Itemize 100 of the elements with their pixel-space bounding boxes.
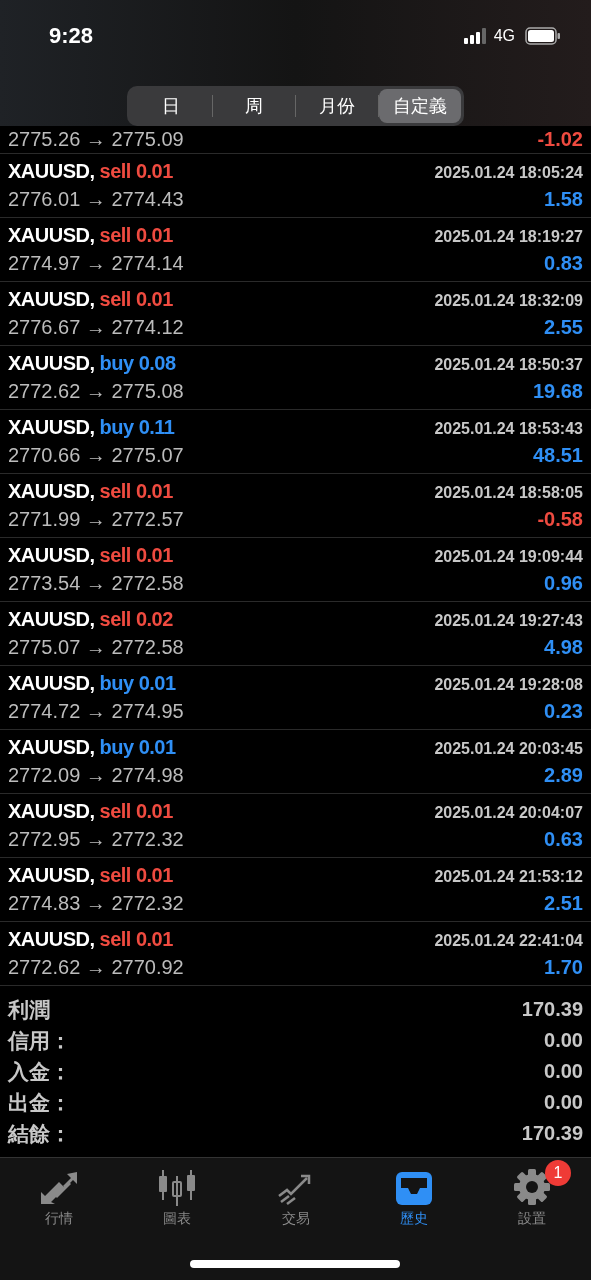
summary-label: 利潤 — [8, 996, 50, 1024]
summary-value: 0.00 — [544, 1091, 583, 1114]
deal-row[interactable]: XAUUSD, sell 0.01 2025.01.24 19:09:44 2773.54 → 2772.58 0.96 — [0, 538, 591, 602]
deal-symbol: XAUUSD, — [8, 352, 95, 375]
price-range: 2775.26 → 2775.09 — [8, 128, 184, 151]
profit-value: -0.58 — [537, 508, 583, 531]
deal-time: 2025.01.24 18:53:43 — [434, 420, 583, 438]
price-range: 2775.07 → 2772.58 — [8, 636, 184, 659]
deal-time: 2025.01.24 19:28:08 — [434, 676, 583, 694]
price-range: 2772.62 → 2770.92 — [8, 956, 184, 979]
deal-type: buy 0.01 — [99, 736, 176, 759]
profit-value: 2.89 — [544, 764, 583, 787]
summary-value: 170.39 — [521, 1122, 583, 1145]
deal-time: 2025.01.24 18:50:37 — [434, 356, 583, 374]
deal-row[interactable]: XAUUSD, buy 0.01 2025.01.24 20:03:45 2772.09 → 2774.98 2.89 — [0, 730, 591, 794]
deal-row[interactable]: XAUUSD, buy 0.01 2025.01.24 19:28:08 2774.72 → 2774.95 0.23 — [0, 666, 591, 730]
deal-time: 2025.01.24 19:09:44 — [434, 548, 583, 566]
period-tab[interactable]: 月份 — [296, 89, 378, 123]
summary-value: 170.39 — [521, 998, 583, 1021]
deal-time: 2025.01.24 18:58:05 — [434, 484, 583, 502]
deal-row[interactable]: XAUUSD, sell 0.01 2025.01.24 18:58:05 2771.99 → 2772.57 -0.58 — [0, 474, 591, 538]
price-range: 2774.83 → 2772.32 — [8, 892, 184, 915]
nav-tab[interactable]: 行情 — [0, 1158, 119, 1238]
settings-icon — [512, 1168, 551, 1206]
notification-badge: 1 — [544, 1160, 571, 1186]
deal-type: sell 0.01 — [99, 288, 173, 311]
deal-type: sell 0.01 — [99, 224, 173, 247]
profit-value: -1.02 — [537, 128, 583, 151]
deal-time: 2025.01.24 20:03:45 — [434, 740, 583, 758]
deal-symbol: XAUUSD, — [8, 672, 95, 695]
deal-symbol: XAUUSD, — [8, 416, 95, 439]
deal-time: 2025.01.24 22:41:04 — [434, 932, 583, 950]
deal-row[interactable]: XAUUSD, sell 0.01 2025.01.24 20:04:07 2772.95 → 2772.32 0.63 — [0, 794, 591, 858]
price-range: 2776.01 → 2774.43 — [8, 188, 184, 211]
price-range: 2770.66 → 2775.07 — [8, 444, 184, 467]
summary-value: 0.00 — [544, 1060, 583, 1083]
deal-row[interactable]: XAUUSD, sell 0.01 2025.01.24 18:19:27 2774.97 → 2774.14 0.83 — [0, 218, 591, 282]
profit-value: 0.96 — [544, 572, 583, 595]
profit-value: 0.23 — [544, 700, 583, 723]
nav-tab[interactable]: 1 設置 — [472, 1158, 591, 1238]
price-range: 2772.62 → 2775.08 — [8, 380, 184, 403]
deal-time: 2025.01.24 18:32:09 — [434, 292, 583, 310]
summary-label: 結餘： — [8, 1120, 71, 1148]
price-range: 2773.54 → 2772.58 — [8, 572, 184, 595]
period-tab[interactable]: 自定義 — [379, 89, 461, 123]
deal-time: 2025.01.24 19:27:43 — [434, 612, 583, 630]
battery-icon — [525, 27, 561, 45]
nav-tab[interactable]: 交易 — [236, 1158, 355, 1238]
price-range: 2772.95 → 2772.32 — [8, 828, 184, 851]
summary-label: 出金： — [8, 1089, 71, 1117]
profit-value: 2.51 — [544, 892, 583, 915]
deal-type: sell 0.01 — [99, 864, 173, 887]
deal-type: sell 0.01 — [99, 544, 173, 567]
deal-time: 2025.01.24 18:05:24 — [434, 164, 583, 182]
deal-row[interactable]: XAUUSD, sell 0.01 2025.01.24 18:05:24 2776.01 → 2774.43 1.58 — [0, 154, 591, 218]
deal-time: 2025.01.24 21:53:12 — [434, 868, 583, 886]
deal-row[interactable]: XAUUSD, sell 0.01 2025.01.24 18:32:09 2776.67 → 2774.12 2.55 — [0, 282, 591, 346]
profit-value: 48.51 — [532, 444, 583, 467]
deal-symbol: XAUUSD, — [8, 224, 95, 247]
deal-type: sell 0.01 — [99, 800, 173, 823]
deal-time: 2025.01.24 18:19:27 — [434, 228, 583, 246]
deal-row[interactable]: XAUUSD, sell 0.01 2025.01.24 21:53:12 2774.83 → 2772.32 2.51 — [0, 858, 591, 922]
deal-symbol: XAUUSD, — [8, 480, 95, 503]
deal-row[interactable]: XAUUSD, sell 0.01 2025.01.24 22:41:04 2772.62 → 2770.92 1.70 — [0, 922, 591, 986]
deal-type: buy 0.08 — [99, 352, 176, 375]
deal-symbol: XAUUSD, — [8, 160, 95, 183]
period-tab[interactable]: 周 — [213, 89, 295, 123]
summary-value: 0.00 — [544, 1029, 583, 1052]
profit-value: 0.83 — [544, 252, 583, 275]
deal-type: sell 0.01 — [99, 928, 173, 951]
price-range: 2772.09 → 2774.98 — [8, 764, 184, 787]
deal-type: sell 0.02 — [99, 608, 173, 631]
profit-value: 1.58 — [544, 188, 583, 211]
deal-symbol: XAUUSD, — [8, 928, 95, 951]
price-range: 2776.67 → 2774.12 — [8, 316, 184, 339]
deal-symbol: XAUUSD, — [8, 288, 95, 311]
period-tab[interactable]: 日 — [130, 89, 212, 123]
candlestick-icon — [158, 1170, 197, 1206]
deal-type: buy 0.11 — [99, 416, 175, 439]
deal-row[interactable]: XAUUSD, buy 0.08 2025.01.24 18:50:37 2772.62 → 2775.08 19.68 — [0, 346, 591, 410]
profit-value: 1.70 — [544, 956, 583, 979]
deal-row[interactable]: XAUUSD, sell 0.02 2025.01.24 19:27:43 2775.07 → 2772.58 4.98 — [0, 602, 591, 666]
deal-symbol: XAUUSD, — [8, 544, 95, 567]
deal-type: sell 0.01 — [99, 480, 173, 503]
profit-value: 4.98 — [544, 636, 583, 659]
deal-row[interactable]: XAUUSD, buy 0.11 2025.01.24 18:53:43 2770.66 → 2775.07 48.51 — [0, 410, 591, 474]
summary-label: 入金： — [8, 1058, 71, 1086]
profit-value: 2.55 — [544, 316, 583, 339]
arrows-icon — [39, 1170, 80, 1206]
network-label: 4G — [493, 27, 515, 45]
price-range: 2774.72 → 2774.95 — [8, 700, 184, 723]
deal-symbol: XAUUSD, — [8, 800, 95, 823]
nav-tab[interactable]: 圖表 — [118, 1158, 237, 1238]
profit-value: 19.68 — [532, 380, 583, 403]
nav-tab[interactable]: 歷史 — [354, 1158, 473, 1238]
deal-type: sell 0.01 — [99, 160, 173, 183]
price-range: 2774.97 → 2774.14 — [8, 252, 184, 275]
deal-symbol: XAUUSD, — [8, 864, 95, 887]
signal-icon — [463, 28, 488, 44]
profit-value: 0.63 — [544, 828, 583, 851]
